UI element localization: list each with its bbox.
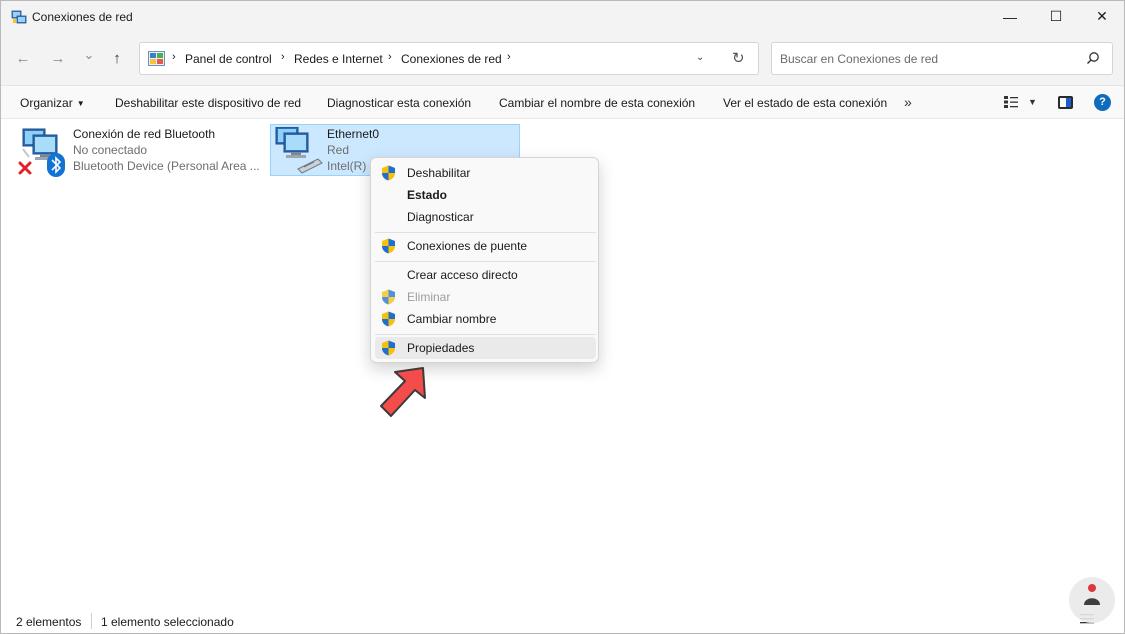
- menu-separator: [375, 232, 596, 233]
- uac-shield-icon: [382, 340, 395, 356]
- menu-item-label: Propiedades: [407, 341, 475, 355]
- address-bar[interactable]: › Panel de control › Redes e Internet › …: [139, 42, 759, 75]
- change-view-icon[interactable]: [1004, 96, 1018, 108]
- maximize-button[interactable]: ☐: [1033, 1, 1079, 32]
- breadcrumb-separator[interactable]: ›: [388, 51, 392, 63]
- breadcrumb-separator[interactable]: ›: [281, 51, 285, 63]
- annotation-arrow-icon: [380, 367, 426, 417]
- menu-item-label: Diagnosticar: [407, 210, 474, 224]
- menu-item-rename[interactable]: Cambiar nombre: [375, 308, 596, 330]
- connection-status: No conectado: [73, 143, 148, 157]
- watermark-logo: [1069, 577, 1115, 623]
- minimize-button[interactable]: —: [987, 1, 1033, 32]
- menu-item-label: Estado: [407, 188, 448, 202]
- menu-separator: [375, 261, 596, 262]
- context-menu: Deshabilitar Estado Diagnosticar Conexio…: [370, 157, 599, 363]
- menu-item-disable[interactable]: Deshabilitar: [375, 162, 596, 184]
- help-button[interactable]: ?: [1094, 94, 1111, 111]
- title-bar[interactable]: Conexiones de red — ☐ ✕: [1, 1, 1124, 32]
- view-status-button[interactable]: Ver el estado de esta conexión: [723, 96, 887, 110]
- search-box[interactable]: Buscar en Conexiones de red: [771, 42, 1113, 75]
- connection-device: Intel(R): [327, 159, 367, 173]
- uac-shield-icon: [382, 289, 395, 305]
- disable-device-button[interactable]: Deshabilitar este dispositivo de red: [115, 96, 301, 110]
- uac-shield-icon: [382, 165, 395, 181]
- connection-item-bluetooth[interactable]: Conexión de red Bluetooth No conectado B…: [15, 123, 263, 177]
- connection-name: Conexión de red Bluetooth: [73, 127, 216, 141]
- menu-item-bridge-connections[interactable]: Conexiones de puente: [375, 235, 596, 257]
- breadcrumb-network-connections[interactable]: Conexiones de red: [401, 52, 502, 66]
- rename-connection-button[interactable]: Cambiar el nombre de esta conexión: [499, 96, 695, 110]
- ethernet-adapter-icon: [275, 127, 323, 174]
- menu-item-diagnose[interactable]: Diagnosticar: [375, 206, 596, 228]
- up-button[interactable]: ↑: [106, 47, 128, 69]
- organize-menu[interactable]: Organizar ▼: [20, 96, 85, 110]
- status-divider: [91, 613, 92, 629]
- menu-item-properties[interactable]: Propiedades: [375, 337, 596, 359]
- menu-item-label: Eliminar: [407, 290, 451, 304]
- network-connections-icon: [11, 10, 27, 24]
- explorer-window: Conexiones de red — ☐ ✕ ← → ⌄ ↑ › Panel …: [0, 0, 1125, 634]
- menu-item-label: Crear acceso directo: [407, 268, 518, 282]
- command-bar: Organizar ▼ Deshabilitar este dispositivo…: [1, 85, 1124, 119]
- item-count: 2 elementos: [16, 615, 82, 629]
- forward-button[interactable]: →: [47, 47, 69, 69]
- menu-separator: [375, 334, 596, 335]
- search-input[interactable]: Buscar en Conexiones de red: [780, 52, 938, 66]
- navigation-bar: ← → ⌄ ↑ › Panel de control › Redes e Int…: [1, 32, 1124, 85]
- breadcrumb-separator[interactable]: ›: [507, 51, 511, 63]
- breadcrumb-separator: ›: [172, 51, 176, 63]
- menu-item-delete: Eliminar: [375, 286, 596, 308]
- menu-item-label: Cambiar nombre: [407, 312, 497, 326]
- selection-count: 1 elemento seleccionado: [101, 615, 234, 629]
- close-button[interactable]: ✕: [1079, 1, 1125, 32]
- connection-device: Bluetooth Device (Personal Area ...: [73, 159, 260, 173]
- bluetooth-icon: [47, 153, 65, 177]
- preview-pane-button[interactable]: [1058, 96, 1073, 109]
- refresh-button[interactable]: ↻: [732, 49, 745, 67]
- more-commands-button[interactable]: »: [904, 94, 912, 110]
- address-dropdown-button[interactable]: ⌄: [696, 52, 704, 63]
- window-title: Conexiones de red: [32, 10, 133, 24]
- uac-shield-icon: [382, 238, 395, 254]
- recent-locations-button[interactable]: ⌄: [78, 44, 100, 66]
- connection-status: Red: [327, 143, 350, 157]
- breadcrumb-control-panel[interactable]: Panel de control: [185, 52, 272, 66]
- view-options-caret-icon[interactable]: ▼: [1028, 97, 1037, 107]
- caret-down-icon: ▼: [76, 99, 85, 108]
- person-logo-icon: [1084, 584, 1100, 605]
- diagnose-connection-button[interactable]: Diagnosticar esta conexión: [327, 96, 471, 110]
- menu-item-status[interactable]: Estado: [375, 184, 596, 206]
- disconnected-x-icon: [18, 161, 32, 175]
- organize-label: Organizar: [20, 96, 73, 110]
- search-icon[interactable]: [1086, 51, 1100, 65]
- control-panel-icon: [148, 51, 165, 66]
- menu-item-label: Conexiones de puente: [407, 239, 528, 253]
- menu-item-label: Deshabilitar: [407, 166, 471, 180]
- uac-shield-icon: [382, 311, 395, 327]
- status-bar: 2 elementos 1 elemento seleccionado: [1, 607, 1124, 633]
- back-button[interactable]: ←: [12, 47, 34, 69]
- menu-item-create-shortcut[interactable]: Crear acceso directo: [375, 264, 596, 286]
- connection-name: Ethernet0: [327, 127, 380, 141]
- breadcrumb-network-internet[interactable]: Redes e Internet: [294, 52, 383, 66]
